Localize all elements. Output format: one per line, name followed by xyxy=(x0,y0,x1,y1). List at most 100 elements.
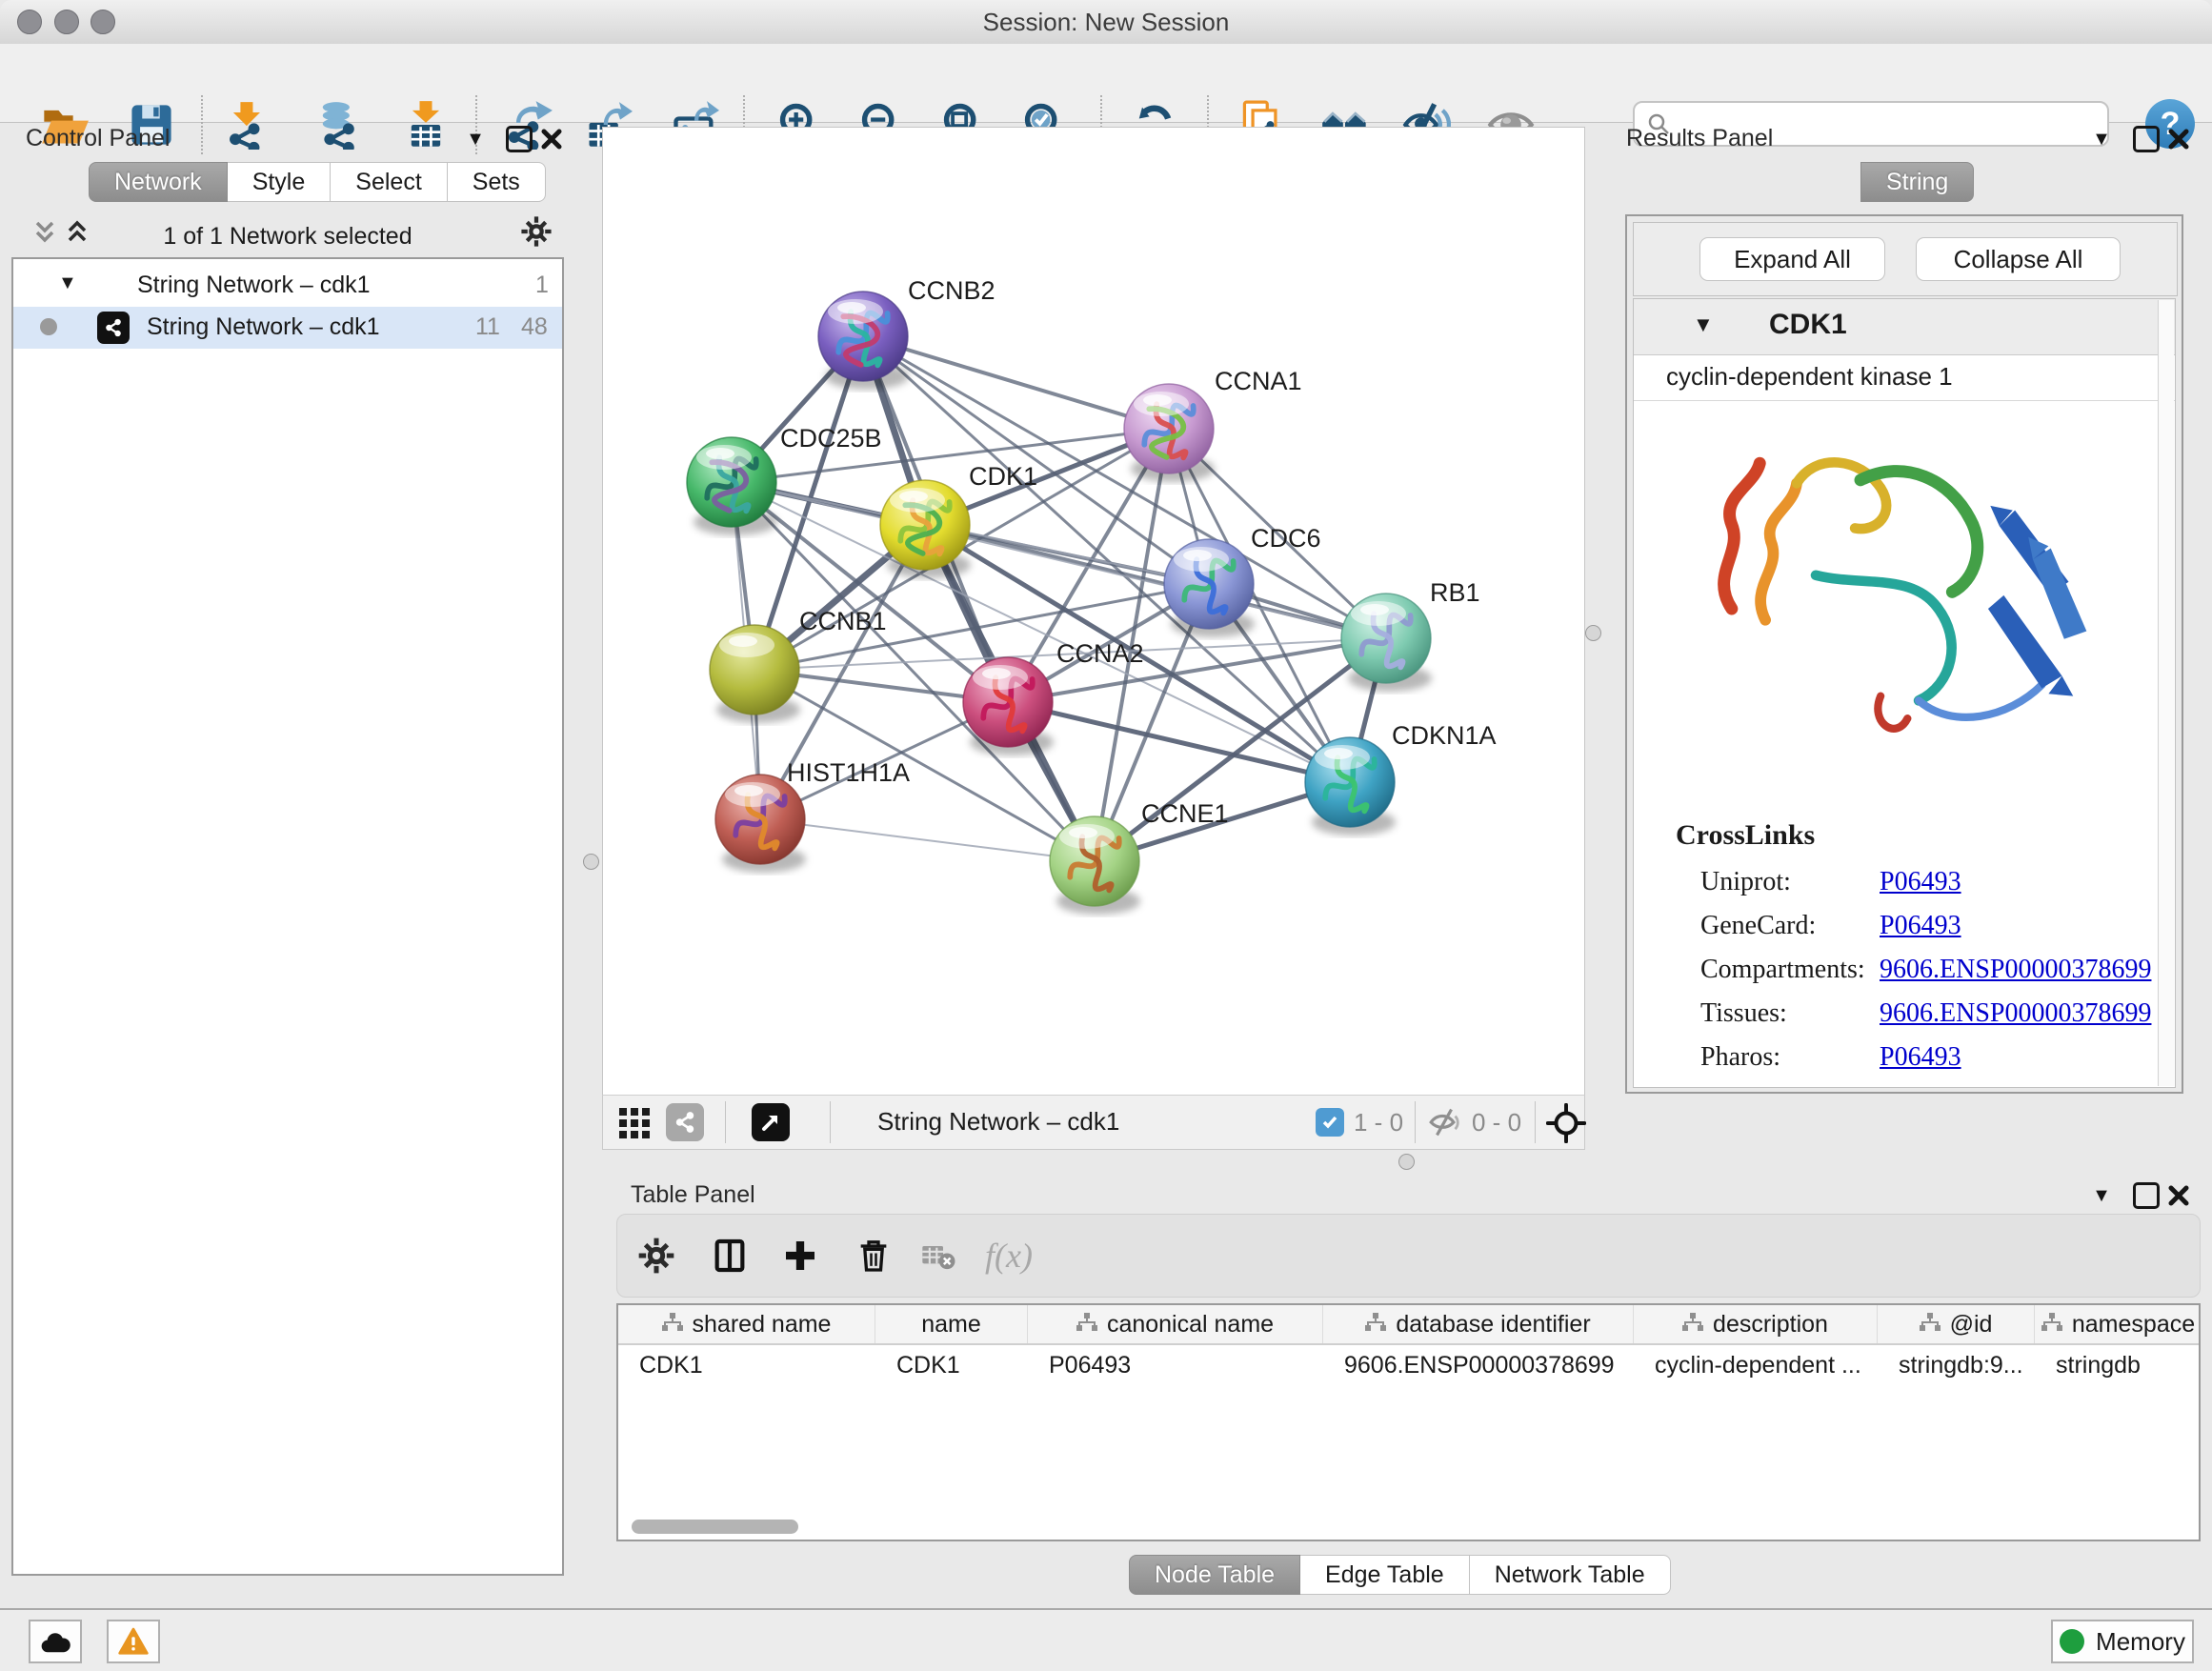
tab-select[interactable]: Select xyxy=(331,162,447,202)
right-splitter-handle[interactable] xyxy=(1585,625,1601,641)
horizontal-scrollbar[interactable] xyxy=(632,1520,798,1534)
tab-style[interactable]: Style xyxy=(228,162,332,202)
import-network-database-icon[interactable] xyxy=(311,97,366,152)
crosslink-tissues-link[interactable]: 9606.ENSP00000378699 xyxy=(1880,998,2151,1028)
gene-header-row[interactable]: ▼ CDK1 xyxy=(1634,299,2175,355)
network-list: ▼ String Network – cdk1 1 String Network… xyxy=(11,257,564,1576)
expand-collapse-bar: Expand All Collapse All xyxy=(1633,222,2178,296)
crosslink-uniprot-link[interactable]: P06493 xyxy=(1880,867,1961,896)
tab-node-table[interactable]: Node Table xyxy=(1129,1555,1300,1595)
column-header-description[interactable]: description xyxy=(1634,1305,1878,1343)
selected-nodes-edges-count: 1 - 0 xyxy=(1354,1108,1403,1137)
gene-collapse-arrow-icon[interactable]: ▼ xyxy=(1693,312,1714,337)
tree-column-icon xyxy=(662,1311,683,1339)
network-canvas[interactable]: CCNB2CCNA1CDC25BCDK1CDC6RB1CCNB1CCNA2CDK… xyxy=(603,128,1584,1095)
delete-column-trash-icon[interactable] xyxy=(847,1229,900,1282)
function-builder-icon[interactable]: f(x) xyxy=(982,1229,1036,1282)
memory-status-dot-icon xyxy=(2060,1629,2084,1654)
table-cell: P06493 xyxy=(1028,1352,1323,1379)
table-gear-icon[interactable] xyxy=(630,1229,683,1282)
table-panel-close-icon[interactable] xyxy=(2162,1181,2195,1210)
column-header-label: description xyxy=(1713,1311,1828,1339)
status-bar: Memory xyxy=(0,1608,2212,1671)
network-node-hist1h1a[interactable] xyxy=(715,775,806,873)
results-panel-undock-icon[interactable] xyxy=(2130,125,2162,153)
crosslink-label: Compartments: xyxy=(1700,955,1880,985)
table-cell: stringdb:9... xyxy=(1878,1352,2035,1379)
warnings-button[interactable] xyxy=(107,1620,160,1663)
results-panel-close-icon[interactable] xyxy=(2162,125,2195,153)
tree-column-icon xyxy=(2041,1311,2062,1339)
collapse-all-button[interactable]: Collapse All xyxy=(1916,237,2121,281)
node-label: HIST1H1A xyxy=(787,758,910,787)
network-node-cdc6[interactable] xyxy=(1164,539,1255,637)
network-node-ccna2[interactable] xyxy=(963,657,1054,755)
control-panel-undock-icon[interactable] xyxy=(503,125,535,153)
crosslink-genecard-link[interactable]: P06493 xyxy=(1880,911,1961,940)
network-options-gear-icon[interactable] xyxy=(520,217,553,246)
left-splitter-handle[interactable] xyxy=(583,854,599,870)
tab-edge-table[interactable]: Edge Table xyxy=(1300,1555,1470,1595)
results-panel-float-icon[interactable]: ▼ xyxy=(2085,125,2118,153)
node-label: CDC6 xyxy=(1251,524,1321,553)
network-node-ccna1[interactable] xyxy=(1124,384,1215,482)
network-edge[interactable] xyxy=(863,336,1169,429)
detach-view-icon[interactable] xyxy=(752,1103,790,1141)
network-row-selected[interactable]: String Network – cdk1 11 48 xyxy=(13,307,562,349)
network-node-ccne1[interactable] xyxy=(1050,816,1140,915)
crosslink-label: Uniprot: xyxy=(1700,867,1880,897)
hidden-eye-icon[interactable] xyxy=(1428,1107,1464,1142)
network-node-cdkn1a[interactable] xyxy=(1305,737,1396,836)
bottom-splitter-handle[interactable] xyxy=(1398,1154,1415,1170)
tab-network-table[interactable]: Network Table xyxy=(1470,1555,1671,1595)
birds-eye-crosshair-icon[interactable] xyxy=(1546,1103,1586,1148)
results-scrollbar[interactable] xyxy=(2158,300,2174,1086)
crosslink-label: Pharos: xyxy=(1700,1042,1880,1073)
import-network-file-icon[interactable] xyxy=(220,97,275,152)
grid-mode-icon[interactable] xyxy=(618,1107,651,1144)
column-header-name[interactable]: name xyxy=(875,1305,1028,1343)
crosslinks-heading: CrossLinks xyxy=(1676,819,1815,852)
network-node-ccnb2[interactable] xyxy=(818,292,909,390)
show-columns-icon[interactable] xyxy=(703,1229,756,1282)
column-header-shared-name[interactable]: shared name xyxy=(618,1305,875,1343)
tree-column-icon xyxy=(1076,1311,1097,1339)
collection-expand-arrow-icon[interactable]: ▼ xyxy=(58,272,77,294)
column-header-namespace[interactable]: namespace xyxy=(2035,1305,2201,1343)
expand-all-button[interactable]: Expand All xyxy=(1699,237,1885,281)
delete-table-icon[interactable] xyxy=(912,1229,965,1282)
network-edge[interactable] xyxy=(760,819,1095,861)
column-header-id[interactable]: @id xyxy=(1878,1305,2035,1343)
results-panel-tabs: String xyxy=(1860,162,1974,202)
tab-network[interactable]: Network xyxy=(89,162,228,202)
import-table-file-icon[interactable] xyxy=(398,97,453,152)
network-collection-row[interactable]: ▼ String Network – cdk1 1 xyxy=(13,265,562,307)
control-panel-close-icon[interactable] xyxy=(535,125,568,153)
column-header-database-identifier[interactable]: database identifier xyxy=(1323,1305,1634,1343)
table-panel-float-icon[interactable]: ▼ xyxy=(2085,1181,2118,1210)
network-node-cdk1[interactable] xyxy=(880,480,971,578)
column-header-canonical-name[interactable]: canonical name xyxy=(1028,1305,1323,1343)
node-label: CDC25B xyxy=(780,424,882,453)
current-network-dot-icon xyxy=(40,318,57,335)
network-node-rb1[interactable] xyxy=(1341,594,1432,692)
control-panel-float-icon[interactable]: ▼ xyxy=(459,125,492,153)
column-header-label: name xyxy=(921,1311,981,1339)
table-panel-undock-icon[interactable] xyxy=(2130,1181,2162,1210)
gene-description-row: cyclin-dependent kinase 1 xyxy=(1634,354,2175,401)
memory-button[interactable]: Memory xyxy=(2051,1620,2194,1663)
view-string-icon[interactable] xyxy=(666,1103,704,1141)
network-node-ccnb1[interactable] xyxy=(710,625,800,723)
table-row[interactable]: CDK1CDK1P064939606.ENSP00000378699cyclin… xyxy=(618,1345,2199,1385)
crosslink-compartments-link[interactable]: 9606.ENSP00000378699 xyxy=(1880,955,2151,984)
selected-checkbox-icon[interactable] xyxy=(1316,1108,1344,1137)
crosslink-pharos-link[interactable]: P06493 xyxy=(1880,1042,1961,1072)
collection-count: 1 xyxy=(535,272,549,299)
tab-sets[interactable]: Sets xyxy=(448,162,546,202)
memory-label: Memory xyxy=(2096,1627,2185,1657)
network-node-cdc25b[interactable] xyxy=(687,437,777,535)
cloud-status-button[interactable] xyxy=(29,1620,82,1663)
tab-string[interactable]: String xyxy=(1860,162,1974,202)
add-column-icon[interactable] xyxy=(774,1229,827,1282)
network-edge[interactable] xyxy=(1008,702,1350,782)
